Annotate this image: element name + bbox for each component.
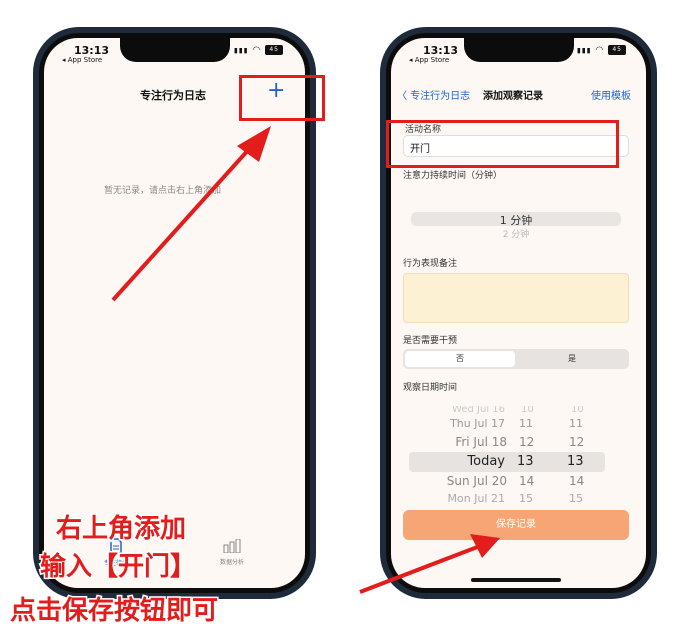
annotation-line-2: 输入【开门】 bbox=[38, 551, 197, 584]
annotation-line-1: 右上角添加 bbox=[54, 513, 187, 546]
arrow-to-add-icon bbox=[111, 126, 271, 302]
annotation-line-3: 点击保存按钮即可 bbox=[8, 595, 219, 628]
arrow-to-save-icon bbox=[359, 534, 500, 594]
